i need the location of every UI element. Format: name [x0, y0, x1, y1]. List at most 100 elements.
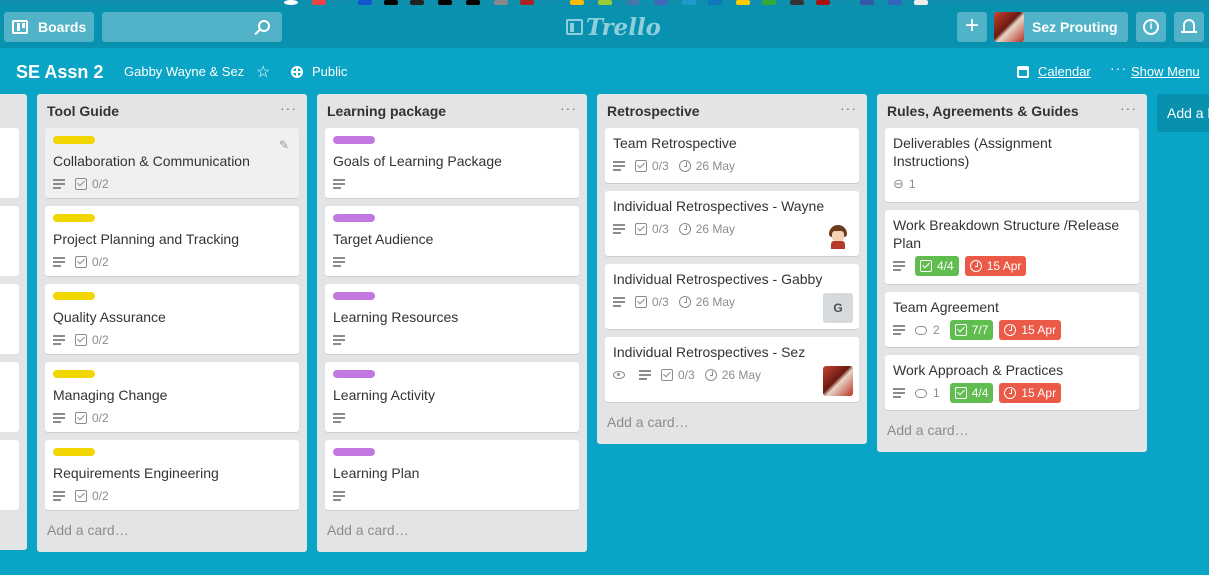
bookmark-icon[interactable] [284, 0, 298, 5]
calendar-link[interactable]: Calendar [1038, 64, 1091, 79]
card-badges: 2 7/7 15 Apr [893, 318, 1131, 342]
bookmark-icon[interactable] [494, 0, 508, 5]
list-header[interactable]: Learning package ··· [317, 94, 587, 128]
info-button[interactable]: i [1136, 12, 1166, 42]
bookmark-icon[interactable] [736, 0, 750, 5]
show-menu-link[interactable]: Show Menu [1131, 64, 1200, 79]
list-card[interactable] [0, 284, 19, 354]
list-card[interactable]: Individual Retrospectives - Sez 0/3 26 M… [605, 337, 859, 402]
list-header[interactable]: Rules, Agreements & Guides ··· [877, 94, 1147, 128]
list-card[interactable]: Deliverables (Assignment Instructions) ⊘… [885, 128, 1139, 202]
description-icon [53, 491, 65, 501]
bookmark-icon[interactable] [888, 0, 902, 5]
list-card[interactable] [0, 440, 19, 510]
list-card[interactable]: Work Breakdown Structure /Release Plan 4… [885, 210, 1139, 284]
trello-logo[interactable]: Trello [566, 14, 661, 41]
add-button[interactable]: + [957, 12, 987, 42]
member-avatar-sez[interactable] [823, 366, 853, 396]
list-card[interactable]: Learning Resources [325, 284, 579, 354]
bookmark-icon[interactable] [708, 0, 722, 5]
list-card[interactable]: Learning Plan [325, 440, 579, 510]
pencil-icon[interactable]: ✎ [279, 138, 289, 152]
boards-icon [12, 20, 28, 34]
list-title[interactable]: Learning package [327, 103, 446, 119]
list-header[interactable]: Retrospective ··· [597, 94, 867, 128]
avatar [994, 12, 1024, 42]
list-card[interactable]: Project Planning and Tracking 0/2 [45, 206, 299, 276]
list-card[interactable]: Goals of Learning Package [325, 128, 579, 198]
list-learning-package: Learning package ··· Goals of Learning P… [317, 94, 587, 552]
bookmark-icon[interactable] [384, 0, 398, 5]
description-icon [53, 257, 65, 267]
visibility-label[interactable]: Public [312, 64, 347, 79]
bookmark-icon[interactable] [914, 0, 928, 5]
bookmark-icon[interactable] [466, 0, 480, 5]
member-avatar-wayne[interactable] [823, 220, 853, 250]
bookmark-icon[interactable] [358, 0, 372, 5]
list-card[interactable]: Team Retrospective 0/3 26 May [605, 128, 859, 183]
list-card[interactable]: Target Audience [325, 206, 579, 276]
bookmark-icon[interactable] [570, 0, 584, 5]
list-menu-icon[interactable]: ··· [280, 100, 297, 116]
list-title[interactable]: Tool Guide [47, 103, 119, 119]
list-card[interactable]: Individual Retrospectives - Wayne 0/3 26… [605, 191, 859, 256]
bookmark-icon[interactable] [682, 0, 696, 5]
board-team[interactable]: Gabby Wayne & Sez [124, 64, 244, 79]
list-card[interactable]: Collaboration & Communication ✎ 0/2 [45, 128, 299, 198]
list-card[interactable]: Requirements Engineering 0/2 [45, 440, 299, 510]
add-card-button[interactable]: Add a card… [37, 518, 307, 552]
card-label-purple [333, 136, 375, 144]
trello-logo-icon [566, 19, 583, 35]
card-badges: 0/3 26 May [613, 290, 851, 314]
add-card-button[interactable]: Add a card… [877, 418, 1147, 452]
notifications-button[interactable] [1174, 12, 1204, 42]
list-card[interactable] [0, 128, 19, 198]
card-title: Individual Retrospectives - Gabby [613, 271, 823, 287]
member-avatar-gabby[interactable]: G [823, 293, 853, 323]
bookmark-icon[interactable] [438, 0, 452, 5]
search-input[interactable] [102, 12, 282, 42]
add-card-button[interactable]: Add a card… [597, 410, 867, 444]
list-card[interactable] [0, 206, 19, 276]
top-header: Boards Trello + Sez Prouting i [0, 6, 1209, 48]
list-card[interactable]: Work Approach & Practices 1 4/4 15 Apr [885, 355, 1139, 410]
add-card-button[interactable]: Add a card… [317, 518, 587, 552]
search-icon[interactable] [258, 20, 270, 32]
list-title[interactable]: Rules, Agreements & Guides [887, 103, 1079, 119]
star-icon[interactable]: ☆ [256, 62, 270, 82]
bookmark-icon[interactable] [312, 0, 326, 5]
bookmark-icon[interactable] [520, 0, 534, 5]
due-date: 15 Apr [1021, 323, 1057, 337]
more-icon: ··· [1110, 60, 1127, 76]
boards-button[interactable]: Boards [4, 12, 94, 42]
add-list-button[interactable]: Add a list… [1157, 94, 1209, 132]
list-card[interactable]: Learning Activity [325, 362, 579, 432]
description-icon [333, 179, 345, 189]
board-title[interactable]: SE Assn 2 [16, 62, 103, 83]
bookmark-icon[interactable] [410, 0, 424, 5]
member-menu-button[interactable]: Sez Prouting [994, 12, 1128, 42]
checklist-icon [75, 334, 87, 346]
bookmark-icon[interactable] [626, 0, 640, 5]
list-card[interactable]: Individual Retrospectives - Gabby 0/3 26… [605, 264, 859, 329]
clock-icon [704, 369, 717, 381]
bookmark-icon[interactable] [654, 0, 668, 5]
list-menu-icon[interactable]: ··· [840, 100, 857, 116]
list-card[interactable]: Team Agreement 2 7/7 15 Apr [885, 292, 1139, 347]
bookmark-icon[interactable] [790, 0, 804, 5]
list-menu-icon[interactable]: ··· [1120, 100, 1137, 116]
bookmark-icon[interactable] [860, 0, 874, 5]
list-card[interactable] [0, 362, 19, 432]
card-label-yellow [53, 370, 95, 378]
bookmark-icon[interactable] [598, 0, 612, 5]
bookmark-icon[interactable] [762, 0, 776, 5]
list-header[interactable]: Tool Guide ··· [37, 94, 307, 128]
list-card[interactable]: Quality Assurance 0/2 [45, 284, 299, 354]
comment-count: 2 [933, 323, 940, 337]
description-icon [613, 161, 625, 171]
list-card[interactable]: Managing Change 0/2 [45, 362, 299, 432]
card-badges: 0/3 26 May [613, 363, 851, 387]
list-menu-icon[interactable]: ··· [560, 100, 577, 116]
bookmark-icon[interactable] [816, 0, 830, 5]
list-title[interactable]: Retrospective [607, 103, 700, 119]
